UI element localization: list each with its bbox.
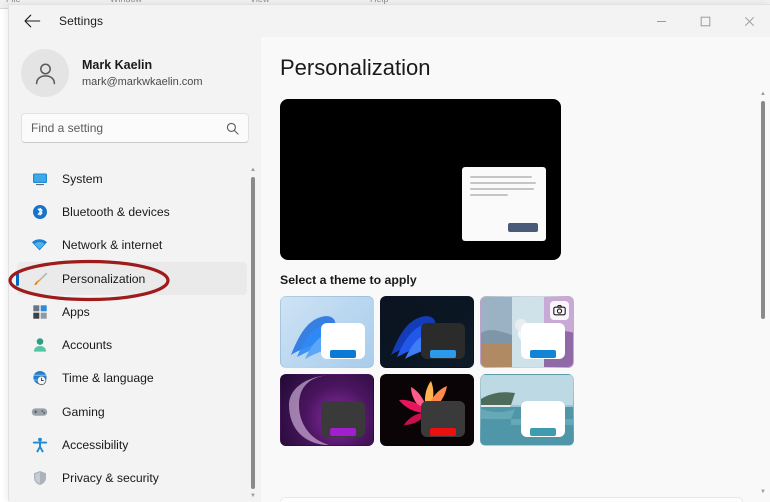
sidebar-item-label: Accounts xyxy=(62,338,112,352)
sidebar-item-gaming[interactable]: Gaming xyxy=(17,395,247,428)
sidebar: Mark Kaelin mark@markwkaelin.com xyxy=(9,37,261,502)
window-title: Settings xyxy=(59,14,103,28)
title-bar: Settings xyxy=(9,5,770,37)
theme-option-windows-dark-bloom[interactable] xyxy=(380,296,474,368)
page-title: Personalization xyxy=(280,55,770,81)
sidebar-item-system[interactable]: System xyxy=(17,162,247,195)
sidebar-item-label: Time & language xyxy=(62,371,154,385)
theme-accent xyxy=(430,428,456,436)
profile-email: mark@markwkaelin.com xyxy=(82,74,203,90)
apps-grid-icon xyxy=(31,303,48,320)
card-line xyxy=(470,176,532,178)
sidebar-item-bluetooth-devices[interactable]: Bluetooth & devices xyxy=(17,195,247,228)
camera-icon xyxy=(553,304,566,317)
sidebar-item-network-internet[interactable]: Network & internet xyxy=(17,229,247,262)
maximize-button[interactable] xyxy=(683,5,727,37)
theme-accent xyxy=(330,350,356,358)
close-button[interactable] xyxy=(727,5,770,37)
close-icon xyxy=(744,16,755,27)
scroll-up-arrow-icon[interactable]: ▲ xyxy=(760,89,766,99)
camera-badge xyxy=(550,301,569,320)
bluetooth-icon xyxy=(31,203,48,220)
window-caption-buttons xyxy=(639,5,770,37)
profile-name: Mark Kaelin xyxy=(82,57,203,73)
search-icon xyxy=(226,122,239,135)
sidebar-scrollbar-thumb[interactable] xyxy=(251,177,255,489)
sidebar-item-label: System xyxy=(62,172,103,186)
shield-icon xyxy=(31,470,48,487)
sidebar-item-apps[interactable]: Apps xyxy=(17,295,247,328)
preview-window-card xyxy=(462,167,546,241)
user-profile[interactable]: Mark Kaelin mark@markwkaelin.com xyxy=(9,37,261,107)
theme-accent xyxy=(530,428,556,436)
theme-option-flower-dark[interactable] xyxy=(380,374,474,446)
scroll-down-arrow-icon[interactable]: ▼ xyxy=(250,491,256,501)
monitor-icon xyxy=(31,170,48,187)
sidebar-item-label: Bluetooth & devices xyxy=(62,205,170,219)
sidebar-item-label: Personalization xyxy=(62,272,145,286)
wifi-icon xyxy=(31,237,48,254)
sidebar-item-label: Gaming xyxy=(62,405,105,419)
theme-accent xyxy=(330,428,356,436)
sidebar-item-personalization[interactable]: Personalization xyxy=(17,262,247,295)
main-scrollbar[interactable]: ▲ ▼ xyxy=(757,89,769,497)
theme-option-purple-glow-dark[interactable] xyxy=(280,374,374,446)
settings-window: Settings xyxy=(8,4,770,501)
person-icon xyxy=(31,337,48,354)
card-line xyxy=(470,194,508,196)
sidebar-item-label: Accessibility xyxy=(62,438,128,452)
clock-globe-icon xyxy=(31,370,48,387)
minimize-icon xyxy=(656,16,667,27)
card-line xyxy=(470,188,534,190)
sidebar-item-label: Apps xyxy=(62,305,90,319)
theme-option-photo-collage-light[interactable] xyxy=(480,296,574,368)
sidebar-item-privacy-security[interactable]: Privacy & security xyxy=(17,462,247,495)
sidebar-item-time-language[interactable]: Time & language xyxy=(17,362,247,395)
sidebar-nav: System Bluetooth & devices xyxy=(9,162,261,502)
avatar xyxy=(21,49,69,97)
profile-text: Mark Kaelin mark@markwkaelin.com xyxy=(82,57,203,90)
search-input[interactable] xyxy=(31,121,226,135)
main-scrollbar-thumb[interactable] xyxy=(761,101,765,319)
paintbrush-icon xyxy=(31,270,48,287)
themes-section-label: Select a theme to apply xyxy=(280,273,770,287)
theme-preview[interactable] xyxy=(280,99,561,260)
sidebar-item-label: Network & internet xyxy=(62,238,162,252)
maximize-icon xyxy=(700,16,711,27)
sidebar-scrollbar[interactable]: ▲ ▼ xyxy=(247,165,259,501)
preview-card-button xyxy=(508,223,538,232)
accessibility-icon xyxy=(31,437,48,454)
scroll-up-arrow-icon[interactable]: ▲ xyxy=(250,165,256,175)
card-line xyxy=(470,182,536,184)
main-content: Personalization Select a theme to apply xyxy=(261,37,770,502)
theme-accent xyxy=(430,350,456,358)
user-avatar-icon xyxy=(32,60,59,87)
sidebar-item-label: Privacy & security xyxy=(62,471,159,485)
back-button[interactable] xyxy=(15,6,49,36)
minimize-button[interactable] xyxy=(639,5,683,37)
back-arrow-icon xyxy=(24,14,41,28)
theme-option-windows-light-bloom[interactable] xyxy=(280,296,374,368)
theme-grid xyxy=(280,296,770,446)
gamepad-icon xyxy=(31,403,48,420)
theme-accent xyxy=(530,350,556,358)
search-box[interactable] xyxy=(21,113,249,143)
background-settings-row[interactable]: Background Background image, color, slid… xyxy=(280,497,743,502)
theme-option-ocean-light[interactable] xyxy=(480,374,574,446)
sidebar-item-accessibility[interactable]: Accessibility xyxy=(17,428,247,461)
scroll-down-arrow-icon[interactable]: ▼ xyxy=(760,487,766,497)
sidebar-item-accounts[interactable]: Accounts xyxy=(17,328,247,361)
